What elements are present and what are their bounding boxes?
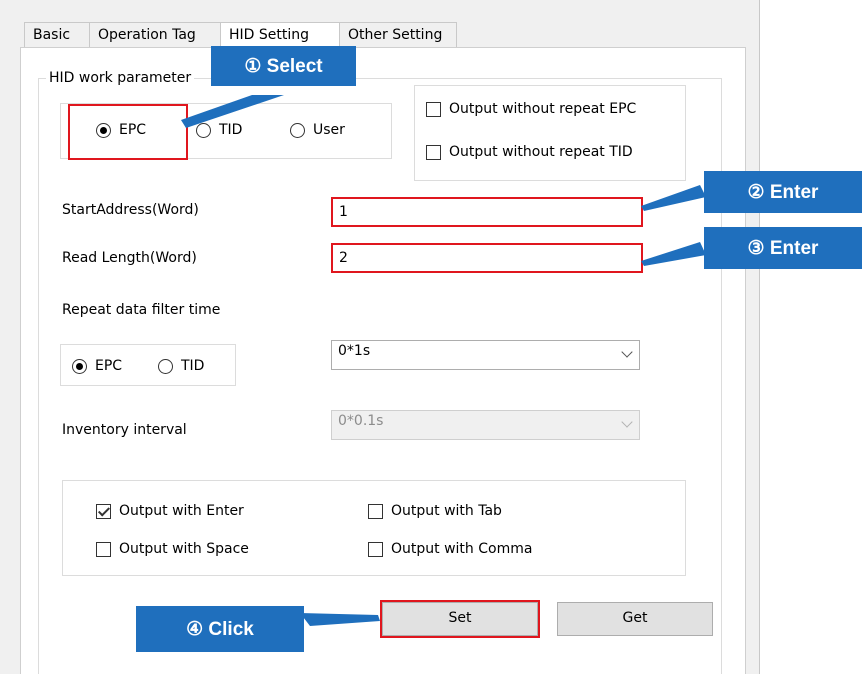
callout-select: ① Select — [211, 46, 356, 86]
callout-pointer-3 — [641, 242, 706, 266]
callout-enter-length: ③ Enter — [704, 227, 862, 269]
callout-pointer-2 — [641, 185, 706, 211]
callout-pointer-4 — [300, 613, 380, 626]
callout-click: ④ Click — [136, 606, 304, 652]
callout-pointer-1 — [181, 95, 284, 128]
callout-enter-start: ② Enter — [704, 171, 862, 213]
callout-pointers — [181, 95, 706, 626]
